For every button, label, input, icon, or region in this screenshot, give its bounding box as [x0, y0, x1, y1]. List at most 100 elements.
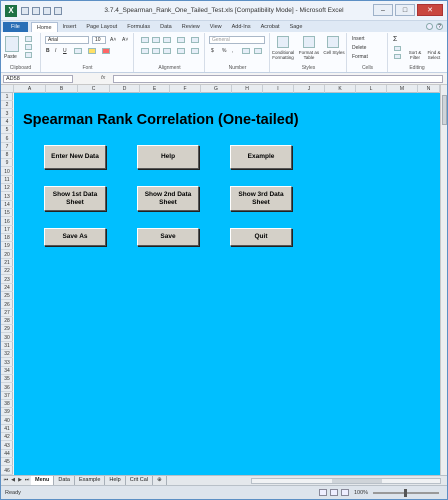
- font-name-select[interactable]: Arial: [45, 36, 89, 44]
- align-bottom-icon[interactable]: [163, 37, 171, 43]
- copy-icon[interactable]: [25, 44, 32, 50]
- row-header[interactable]: 36: [1, 384, 13, 392]
- column-header[interactable]: A: [14, 85, 46, 93]
- row-header[interactable]: 2: [1, 101, 13, 110]
- tab-view[interactable]: View: [205, 22, 227, 32]
- prev-sheet-icon[interactable]: ◀: [10, 477, 16, 484]
- formula-input[interactable]: [113, 75, 443, 83]
- decrease-decimal-icon[interactable]: [254, 48, 262, 54]
- row-header[interactable]: 15: [1, 209, 13, 218]
- align-middle-icon[interactable]: [152, 37, 160, 43]
- page-break-view-icon[interactable]: [341, 489, 349, 496]
- row-header[interactable]: 45: [1, 458, 13, 467]
- comma-button[interactable]: ,: [232, 48, 233, 54]
- column-header[interactable]: H: [232, 85, 263, 93]
- fx-icon[interactable]: fx: [101, 75, 105, 81]
- row-header[interactable]: 42: [1, 433, 13, 442]
- row-header[interactable]: 11: [1, 176, 13, 184]
- row-header[interactable]: 16: [1, 218, 13, 226]
- row-header[interactable]: 29: [1, 325, 13, 334]
- format-as-table-label[interactable]: Format as Table: [297, 50, 321, 60]
- tab-formulas[interactable]: Formulas: [122, 22, 155, 32]
- first-sheet-icon[interactable]: ⏮: [3, 477, 9, 484]
- sort-filter-button[interactable]: Sort & Filter: [406, 50, 424, 60]
- align-left-icon[interactable]: [141, 48, 149, 54]
- row-header[interactable]: 38: [1, 400, 13, 409]
- row-header[interactable]: 25: [1, 292, 13, 301]
- format-cells-button[interactable]: Format: [352, 54, 368, 60]
- normal-view-icon[interactable]: [319, 489, 327, 496]
- vertical-scroll-thumb[interactable]: [442, 95, 447, 125]
- tab-home[interactable]: Home: [30, 22, 58, 32]
- autosum-button[interactable]: Σ: [393, 36, 397, 43]
- row-header[interactable]: 3: [1, 110, 13, 118]
- insert-sheet-icon[interactable]: ⊕: [153, 476, 167, 485]
- bold-button[interactable]: B: [46, 48, 50, 54]
- row-header[interactable]: 19: [1, 242, 13, 251]
- tab-insert[interactable]: Insert: [58, 22, 82, 32]
- show-3rd-data-sheet-button[interactable]: Show 3rd Data Sheet: [230, 186, 292, 211]
- increase-decimal-icon[interactable]: [242, 48, 250, 54]
- name-box[interactable]: AD58: [3, 75, 73, 83]
- row-header[interactable]: 7: [1, 143, 13, 151]
- row-header[interactable]: 8: [1, 151, 13, 160]
- close-button[interactable]: ✕: [417, 4, 443, 16]
- column-header[interactable]: I: [263, 85, 294, 93]
- font-size-select[interactable]: 10: [92, 36, 106, 44]
- row-header[interactable]: 9: [1, 159, 13, 168]
- find-select-button[interactable]: Find & Select: [425, 50, 443, 60]
- row-header[interactable]: 28: [1, 317, 13, 326]
- paste-icon[interactable]: [5, 36, 19, 52]
- vertical-scrollbar[interactable]: [440, 85, 447, 475]
- row-header[interactable]: 33: [1, 359, 13, 367]
- row-header[interactable]: 5: [1, 126, 13, 135]
- conditional-formatting-icon[interactable]: [277, 36, 289, 48]
- grow-font-icon[interactable]: A˄: [110, 37, 116, 43]
- row-header[interactable]: 21: [1, 259, 13, 267]
- tab-data[interactable]: Data: [155, 22, 177, 32]
- underline-button[interactable]: U: [63, 48, 67, 54]
- row-header[interactable]: 12: [1, 184, 13, 193]
- column-header[interactable]: C: [78, 85, 110, 93]
- row-header[interactable]: 32: [1, 350, 13, 359]
- row-header[interactable]: 1: [1, 93, 13, 101]
- fill-color-icon[interactable]: [88, 48, 96, 54]
- row-header[interactable]: 39: [1, 408, 13, 417]
- tab-add-ins[interactable]: Add-Ins: [227, 22, 256, 32]
- cell-styles-icon[interactable]: [327, 36, 339, 48]
- row-header[interactable]: 26: [1, 301, 13, 309]
- tab-review[interactable]: Review: [177, 22, 205, 32]
- clear-icon[interactable]: [394, 54, 401, 59]
- row-header[interactable]: 27: [1, 309, 13, 317]
- horizontal-scroll-thumb[interactable]: [332, 479, 382, 483]
- borders-icon[interactable]: [74, 48, 82, 54]
- sheet-tab-help[interactable]: Help: [105, 476, 126, 485]
- sheet-tab-data[interactable]: Data: [54, 476, 75, 485]
- percent-button[interactable]: %: [222, 48, 226, 54]
- delete-cells-button[interactable]: Delete: [352, 45, 366, 51]
- orientation-icon[interactable]: [177, 37, 185, 43]
- align-center-icon[interactable]: [152, 48, 160, 54]
- save-button[interactable]: Save: [137, 228, 199, 246]
- row-header[interactable]: 44: [1, 450, 13, 458]
- minimize-ribbon-icon[interactable]: [426, 23, 433, 30]
- page-layout-view-icon[interactable]: [330, 489, 338, 496]
- paste-label[interactable]: Paste: [4, 54, 17, 60]
- column-header[interactable]: F: [170, 85, 201, 93]
- row-header[interactable]: 14: [1, 201, 13, 209]
- select-all-corner[interactable]: [1, 85, 14, 93]
- sheet-tab-example[interactable]: Example: [75, 476, 106, 485]
- tab-file[interactable]: File: [3, 22, 28, 32]
- number-format-select[interactable]: General: [209, 36, 265, 44]
- zoom-slider[interactable]: [373, 489, 439, 497]
- fill-icon[interactable]: [394, 46, 401, 51]
- quit-button[interactable]: Quit: [230, 228, 292, 246]
- currency-button[interactable]: $: [211, 48, 214, 54]
- column-header[interactable]: G: [201, 85, 232, 93]
- tab-page-layout[interactable]: Page Layout: [81, 22, 122, 32]
- column-header[interactable]: B: [46, 85, 78, 93]
- horizontal-scrollbar[interactable]: [251, 478, 441, 484]
- tab-acrobat[interactable]: Acrobat: [256, 22, 285, 32]
- last-sheet-icon[interactable]: ⏭: [24, 477, 30, 484]
- align-right-icon[interactable]: [163, 48, 171, 54]
